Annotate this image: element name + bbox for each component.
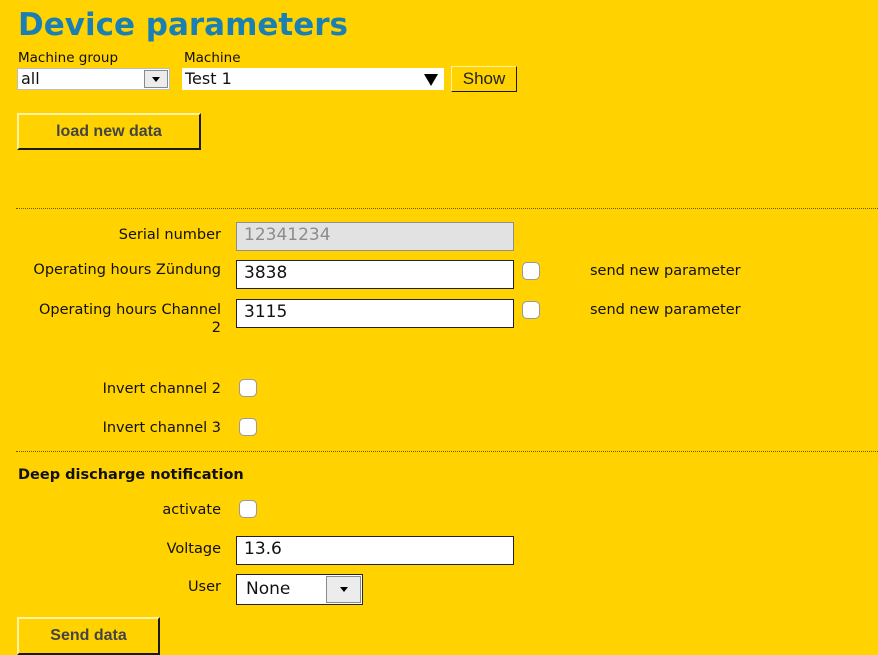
load-new-data-button[interactable]: load new data: [17, 113, 201, 150]
user-select[interactable]: None: [236, 574, 363, 605]
divider: [16, 451, 878, 452]
operating-hours-ignition-field[interactable]: 3838: [236, 260, 514, 289]
activate-label: activate: [162, 502, 221, 518]
operating-hours-ignition-label: Operating hours Zündung: [33, 262, 221, 278]
chevron-down-icon[interactable]: [144, 70, 168, 88]
deep-discharge-title: Deep discharge notification: [18, 467, 244, 483]
user-label: User: [187, 579, 221, 595]
machine-group-select[interactable]: all: [17, 68, 170, 90]
page-title: Device parameters: [18, 7, 349, 43]
machine-label: Machine: [184, 50, 241, 66]
machine-group-value: all: [21, 69, 40, 88]
activate-checkbox[interactable]: [239, 500, 257, 518]
operating-hours-channel2-field[interactable]: 3115: [236, 299, 514, 328]
divider: [16, 208, 878, 209]
send-ignition-checkbox[interactable]: [522, 262, 540, 280]
serial-number-label: Serial number: [118, 227, 221, 243]
machine-group-label: Machine group: [18, 50, 119, 66]
invert-channel2-checkbox[interactable]: [239, 379, 257, 397]
send-new-parameter-label: send new parameter: [590, 263, 741, 279]
machine-select[interactable]: Test 1: [182, 68, 444, 90]
send-data-button[interactable]: Send data: [17, 617, 160, 655]
send-new-parameter-label: send new parameter: [590, 302, 741, 318]
user-value: None: [246, 579, 291, 599]
invert-channel3-checkbox[interactable]: [239, 418, 257, 436]
operating-hours-channel2-label-line2: 2: [211, 320, 221, 336]
invert-channel3-label: Invert channel 3: [102, 420, 221, 436]
voltage-label: Voltage: [166, 541, 221, 557]
chevron-down-icon[interactable]: [326, 576, 361, 603]
serial-number-field: 12341234: [236, 222, 514, 251]
machine-value: Test 1: [185, 69, 232, 88]
send-channel2-checkbox[interactable]: [522, 301, 540, 319]
voltage-field[interactable]: 13.6: [236, 536, 514, 565]
operating-hours-channel2-label: Operating hours Channel: [38, 302, 221, 318]
triangle-down-icon[interactable]: [424, 74, 438, 86]
show-button[interactable]: Show: [451, 66, 517, 92]
invert-channel2-label: Invert channel 2: [102, 381, 221, 397]
